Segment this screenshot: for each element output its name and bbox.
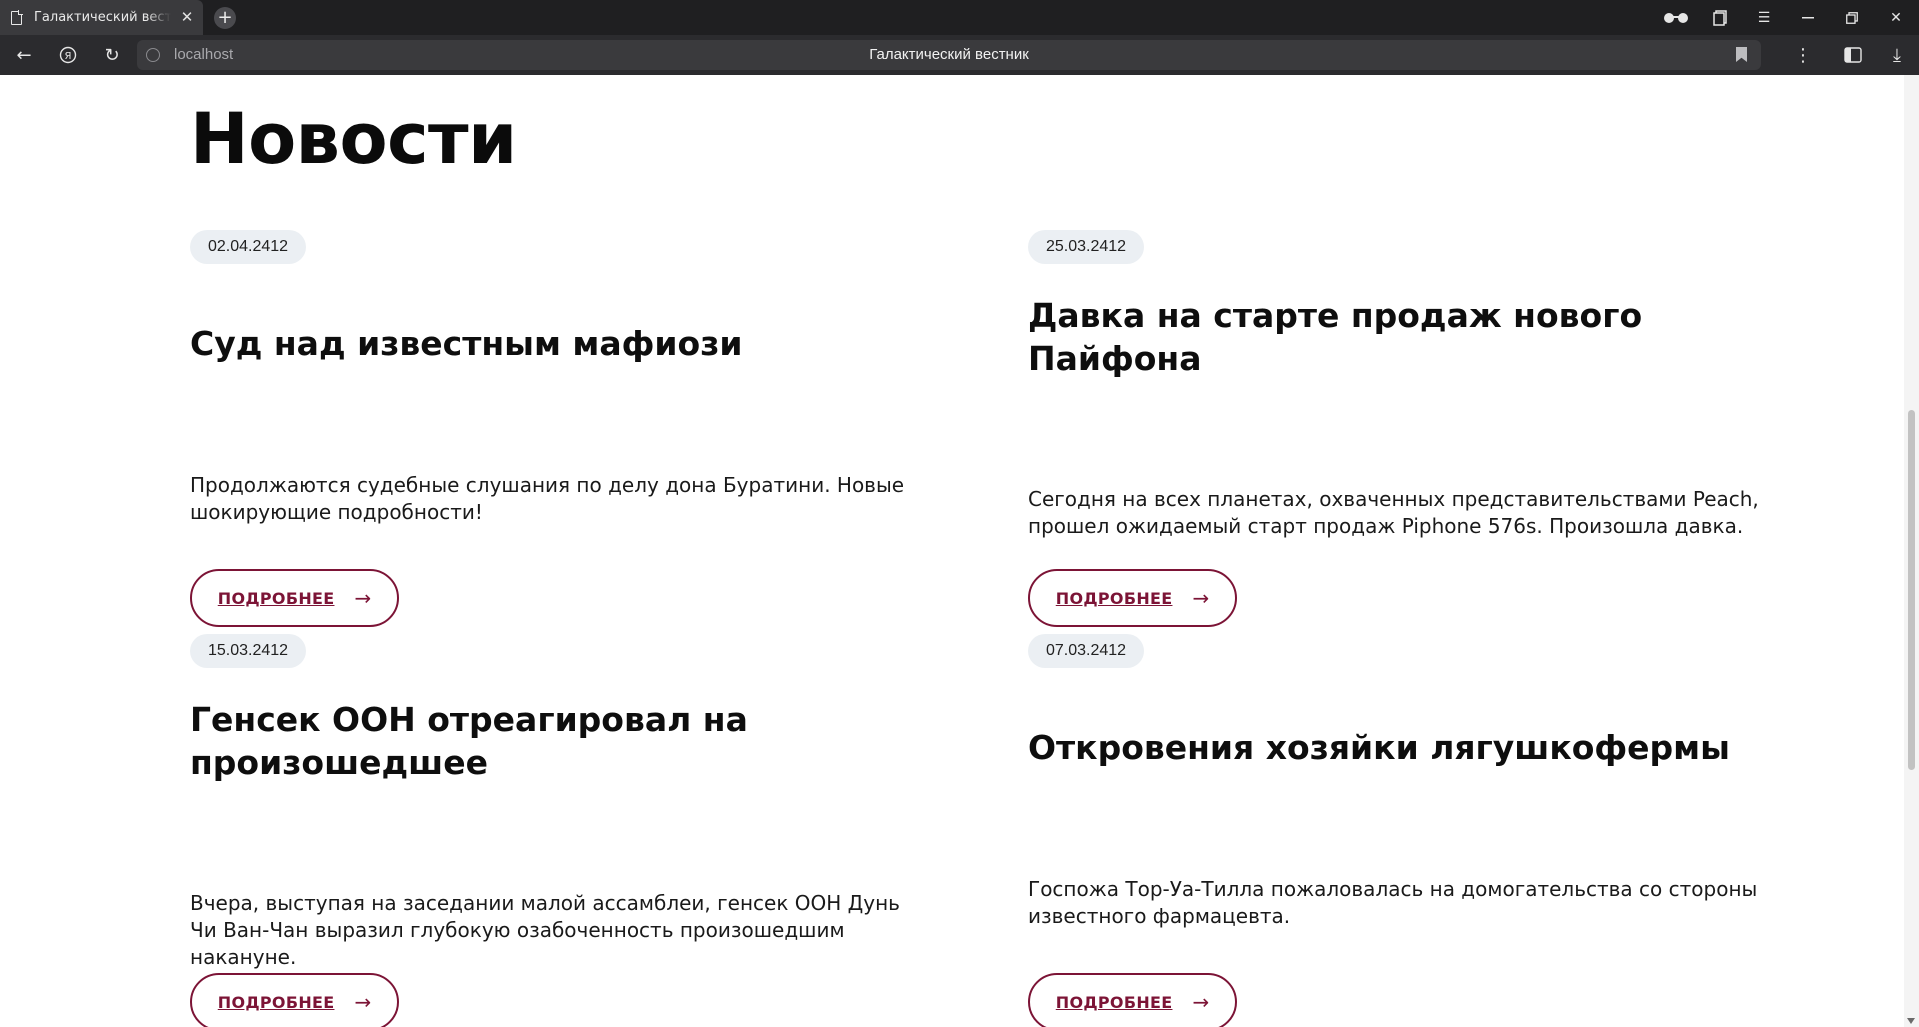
read-more-label: ПОДРОБНЕЕ [217,588,335,608]
url-text[interactable]: localhost [174,46,233,63]
downloads-icon[interactable]: ⤓ [1877,35,1917,75]
reload-icon[interactable]: ↻ [92,35,132,75]
news-date: 02.04.2412 [190,230,307,264]
reader-mode-icon[interactable] [1654,0,1698,35]
close-window-icon[interactable]: ✕ [1874,0,1918,35]
tab-strip: Галактический вестник ✕ + ☰ ✕ [0,0,1919,35]
tab-title: Галактический вестник [34,10,171,25]
arrow-right-icon: → [354,990,372,1014]
news-description: Госпожа Тор-Уа-Тилла пожаловалась на дом… [1028,877,1758,928]
read-more-label: ПОДРОБНЕЕ [217,992,335,1012]
read-more-button[interactable]: ПОДРОБНЕЕ → [190,569,399,627]
page-heading: Новости [190,98,517,180]
page-title-in-address-bar: Галактический вестник [869,46,1029,63]
browser-toolbar: ← Я ↻ localhost Галактический вестник ⋮ … [0,35,1919,75]
new-tab-button[interactable]: + [214,7,236,29]
address-bar[interactable]: localhost Галактический вестник [137,40,1761,70]
minimize-icon[interactable] [1786,0,1830,35]
sidebar-icon[interactable] [1833,35,1873,75]
read-more-button[interactable]: ПОДРОБНЕЕ → [190,973,399,1027]
read-more-button[interactable]: ПОДРОБНЕЕ → [1028,569,1237,627]
news-description: Продолжаются судебные слушания по делу д… [190,473,905,524]
news-date: 07.03.2412 [1028,634,1145,668]
browser-tab[interactable]: Галактический вестник ✕ [0,0,203,35]
page-icon [11,10,23,25]
restore-icon[interactable] [1830,0,1874,35]
browser-chrome: Галактический вестник ✕ + ☰ ✕ ← Я ↻ loca… [0,0,1919,75]
arrow-right-icon: → [1192,990,1210,1014]
arrow-right-icon: → [1192,586,1210,610]
vertical-scrollbar[interactable] [1904,75,1919,1027]
back-icon[interactable]: ← [4,35,44,75]
site-info-icon[interactable] [146,48,160,62]
news-title: Генсек ООН отреагировал на произошедшее [190,700,748,782]
read-more-label: ПОДРОБНЕЕ [1055,992,1173,1012]
scrollbar-thumb[interactable] [1908,410,1915,770]
news-date: 25.03.2412 [1028,230,1145,264]
menu-icon[interactable]: ☰ [1742,0,1786,35]
news-description: Сегодня на всех планетах, охваченных пре… [1028,487,1759,538]
svg-text:Я: Я [65,51,72,62]
more-options-icon[interactable]: ⋮ [1783,35,1823,75]
news-description: Вчера, выступая на заседании малой ассам… [190,891,900,969]
read-more-label: ПОДРОБНЕЕ [1055,588,1173,608]
bookmark-icon[interactable] [1736,47,1747,62]
yandex-icon[interactable]: Я [48,35,88,75]
news-title: Откровения хозяйки лягушкофермы [1028,728,1730,767]
arrow-right-icon: → [354,586,372,610]
collections-icon[interactable] [1698,0,1742,35]
read-more-button[interactable]: ПОДРОБНЕЕ → [1028,973,1237,1027]
scroll-down-arrow-icon[interactable] [1907,1018,1915,1024]
news-date: 15.03.2412 [190,634,307,668]
news-title: Суд над известным мафиози [190,324,743,363]
tab-close-icon[interactable]: ✕ [180,10,194,25]
news-title: Давка на старте продаж нового Пайфона [1028,296,1643,378]
page-content: Новости 02.04.2412 Суд над известным маф… [0,75,1919,1027]
